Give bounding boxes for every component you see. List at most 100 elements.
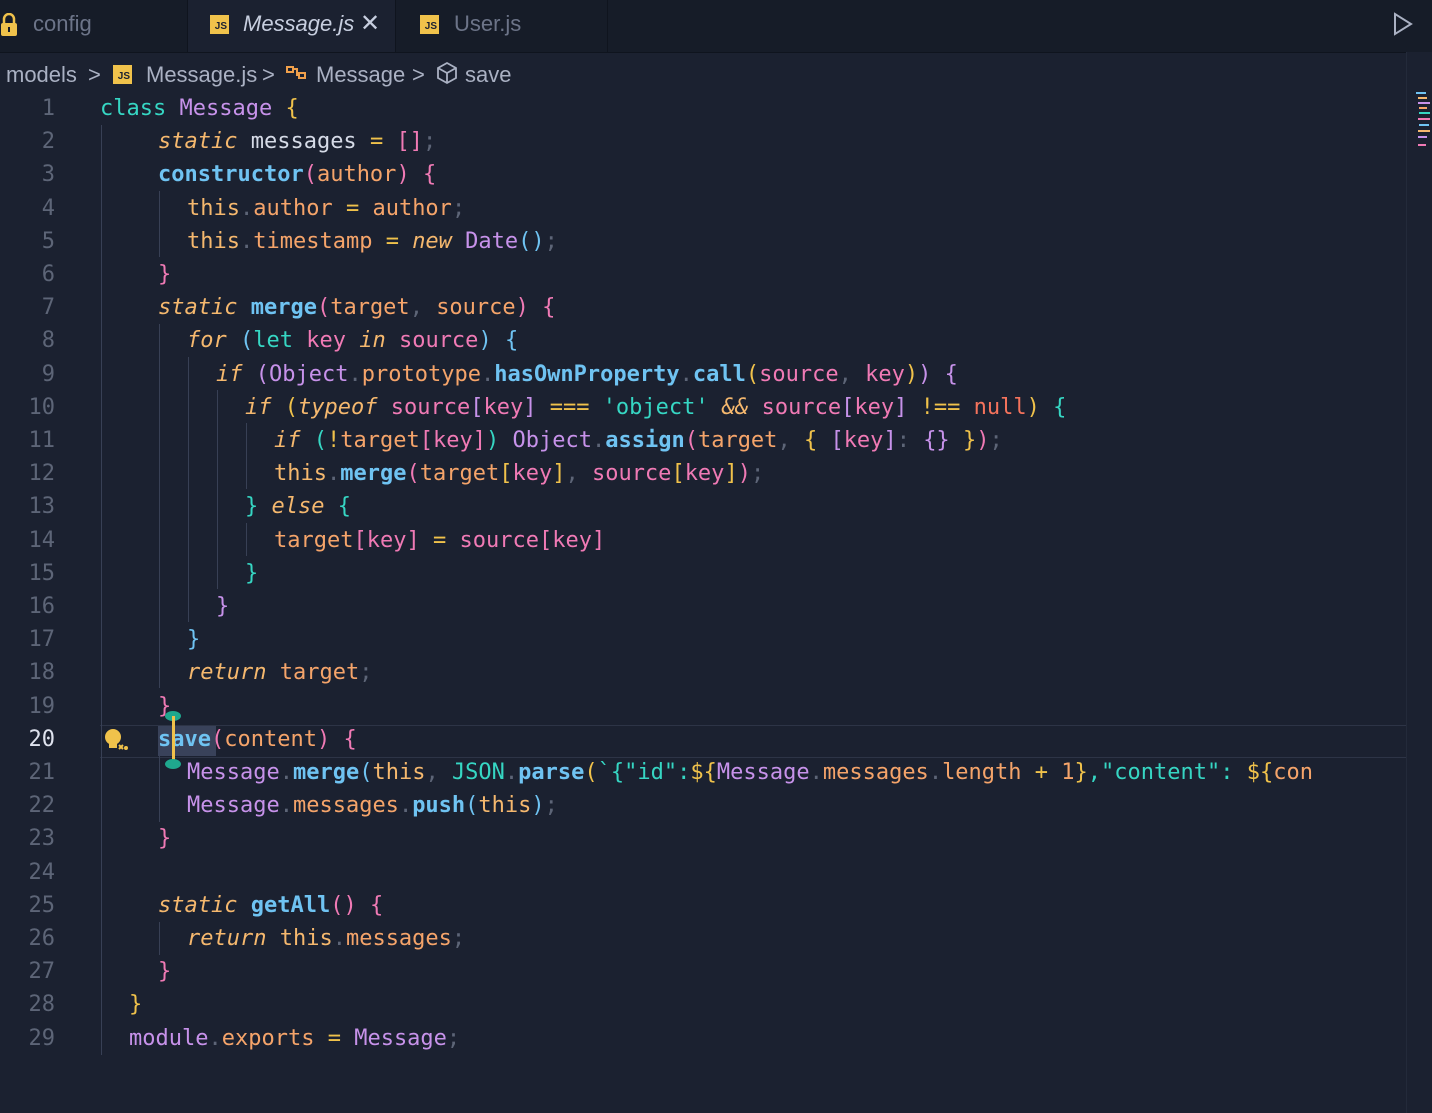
code-text: if (typeof source[key] === 'object' && s… [245, 394, 1067, 420]
line-number: 10 [28, 394, 56, 420]
code-text: } [158, 959, 172, 985]
line-number: 15 [28, 560, 56, 586]
line-number: 14 [28, 527, 56, 553]
line-number: 17 [28, 627, 56, 653]
tab-config[interactable]: config [0, 0, 188, 52]
code-line[interactable]: 5 this.timestamp = new Date(); [0, 225, 1406, 258]
code-line[interactable]: 13 } else { [0, 490, 1406, 523]
line-number: 26 [28, 926, 56, 951]
line-number: 2 [41, 129, 55, 155]
line-number: 29 [28, 1025, 56, 1051]
line-number: 20 [28, 726, 56, 752]
method-cube-icon [437, 61, 457, 85]
close-icon[interactable]: ✕ [360, 0, 380, 48]
line-number: 5 [41, 228, 55, 254]
code-line[interactable]: 6} [0, 258, 1406, 291]
line-number: 24 [28, 859, 56, 885]
js-file-icon: JS [210, 15, 229, 34]
line-number: 23 [28, 826, 56, 852]
code-line[interactable]: 17} [0, 623, 1406, 656]
line-number: 7 [41, 295, 55, 321]
code-text: if (Object.prototype.hasOwnProperty.call… [216, 361, 958, 387]
line-number: 8 [41, 328, 55, 354]
code-text: } [187, 627, 201, 653]
code-text: } [158, 693, 172, 719]
code-line[interactable]: 14 target[key] = source[key] [0, 524, 1406, 557]
code-text: static getAll() { [158, 892, 384, 918]
run-icon[interactable] [1392, 12, 1414, 36]
code-line[interactable]: 11 if (!target[key]) Object.assign(target… [0, 424, 1406, 457]
lock-icon [1, 13, 17, 36]
code-text: } [245, 560, 259, 586]
breadcrumb-folder[interactable]: models [6, 62, 77, 88]
code-line[interactable]: 3 constructor(author) { [0, 158, 1406, 191]
code-line[interactable]: 27} [0, 955, 1406, 988]
code-line[interactable]: 20 save(content) { [0, 723, 1406, 756]
tab-bar: config JS Message.js ✕ JS User.js [0, 0, 1432, 53]
code-line[interactable]: 21 Message.merge(this, JSON.parse(`{"id":… [0, 756, 1406, 789]
breadcrumb-class[interactable]: Message [316, 62, 405, 88]
code-text: static merge(target, source) { [158, 295, 556, 321]
vertical-scrollbar[interactable] [1406, 52, 1432, 1113]
code-line[interactable]: 15} [0, 557, 1406, 590]
breadcrumb-file[interactable]: Message.js [146, 62, 257, 88]
lightbulb-icon[interactable] [102, 727, 130, 753]
code-text: class Message { [100, 96, 299, 121]
js-file-icon: JS [113, 65, 132, 84]
code-line[interactable]: 7 static merge(target, source) { [0, 291, 1406, 324]
line-number: 13 [28, 494, 56, 520]
code-line[interactable]: 18 return target; [0, 656, 1406, 689]
line-number: 3 [41, 162, 55, 188]
tab-label: Message.js [243, 11, 355, 36]
line-number: 1 [41, 96, 55, 121]
chevron-right-icon: > [262, 62, 275, 87]
code-line[interactable]: 24 [0, 856, 1406, 889]
chevron-right-icon: > [88, 62, 101, 87]
line-number: 16 [28, 594, 56, 619]
code-line[interactable]: 19} [0, 690, 1406, 723]
code-line[interactable]: 26 return this.messages; [0, 922, 1406, 955]
code-line[interactable]: 8 for (let key in source) { [0, 324, 1406, 357]
code-text: static messages = []; [158, 129, 437, 155]
text-cursor-icon [165, 711, 181, 769]
code-line[interactable]: 25 static getAll() { [0, 889, 1406, 922]
code-text: target[key] = source[key] [274, 527, 606, 553]
code-text: save(content) { [158, 726, 357, 752]
tab-message-js[interactable]: JS Message.js ✕ [188, 0, 396, 52]
code-line[interactable]: 28} [0, 988, 1406, 1021]
code-line[interactable]: 10 if (typeof source[key] === 'object' &&… [0, 391, 1406, 424]
line-number: 9 [41, 361, 55, 387]
minimap[interactable] [1416, 92, 1430, 150]
code-text: } [158, 826, 172, 852]
code-line[interactable]: 29 module.exports = Message; [0, 1022, 1406, 1055]
class-symbol-icon [286, 66, 306, 79]
code-text: } [216, 594, 230, 619]
code-line[interactable]: 9 if (Object.prototype.hasOwnProperty.cal… [0, 358, 1406, 391]
chevron-right-icon: > [412, 62, 425, 87]
code-line[interactable]: 2 static messages = []; [0, 125, 1406, 158]
code-text: this.author = author; [187, 195, 466, 221]
code-text: } [158, 262, 172, 287]
code-text: for (let key in source) { [187, 328, 519, 354]
tab-label: User.js [454, 11, 522, 36]
code-text: Message.messages.push(this); [187, 793, 558, 819]
line-number: 25 [28, 892, 56, 918]
line-number: 4 [41, 195, 55, 221]
line-number: 27 [28, 959, 56, 985]
code-line[interactable]: 12 this.merge(target[key], source[key]); [0, 457, 1406, 490]
code-line[interactable]: 23} [0, 822, 1406, 855]
code-line[interactable]: 4 this.author = author; [0, 192, 1406, 225]
code-line[interactable]: 22 Message.messages.push(this); [0, 789, 1406, 822]
line-number: 21 [28, 760, 56, 785]
line-number: 6 [41, 262, 55, 287]
line-number: 12 [28, 461, 56, 487]
code-line[interactable]: 1 class Message { [0, 92, 1406, 125]
code-text: return target; [187, 660, 373, 686]
code-text: constructor(author) { [158, 162, 437, 188]
code-text: } else { [245, 494, 351, 520]
tab-label: config [33, 11, 92, 36]
line-number: 28 [28, 992, 56, 1018]
breadcrumb-method[interactable]: save [465, 62, 511, 88]
code-line[interactable]: 16} [0, 590, 1406, 623]
tab-user-js[interactable]: JS User.js [396, 0, 608, 52]
